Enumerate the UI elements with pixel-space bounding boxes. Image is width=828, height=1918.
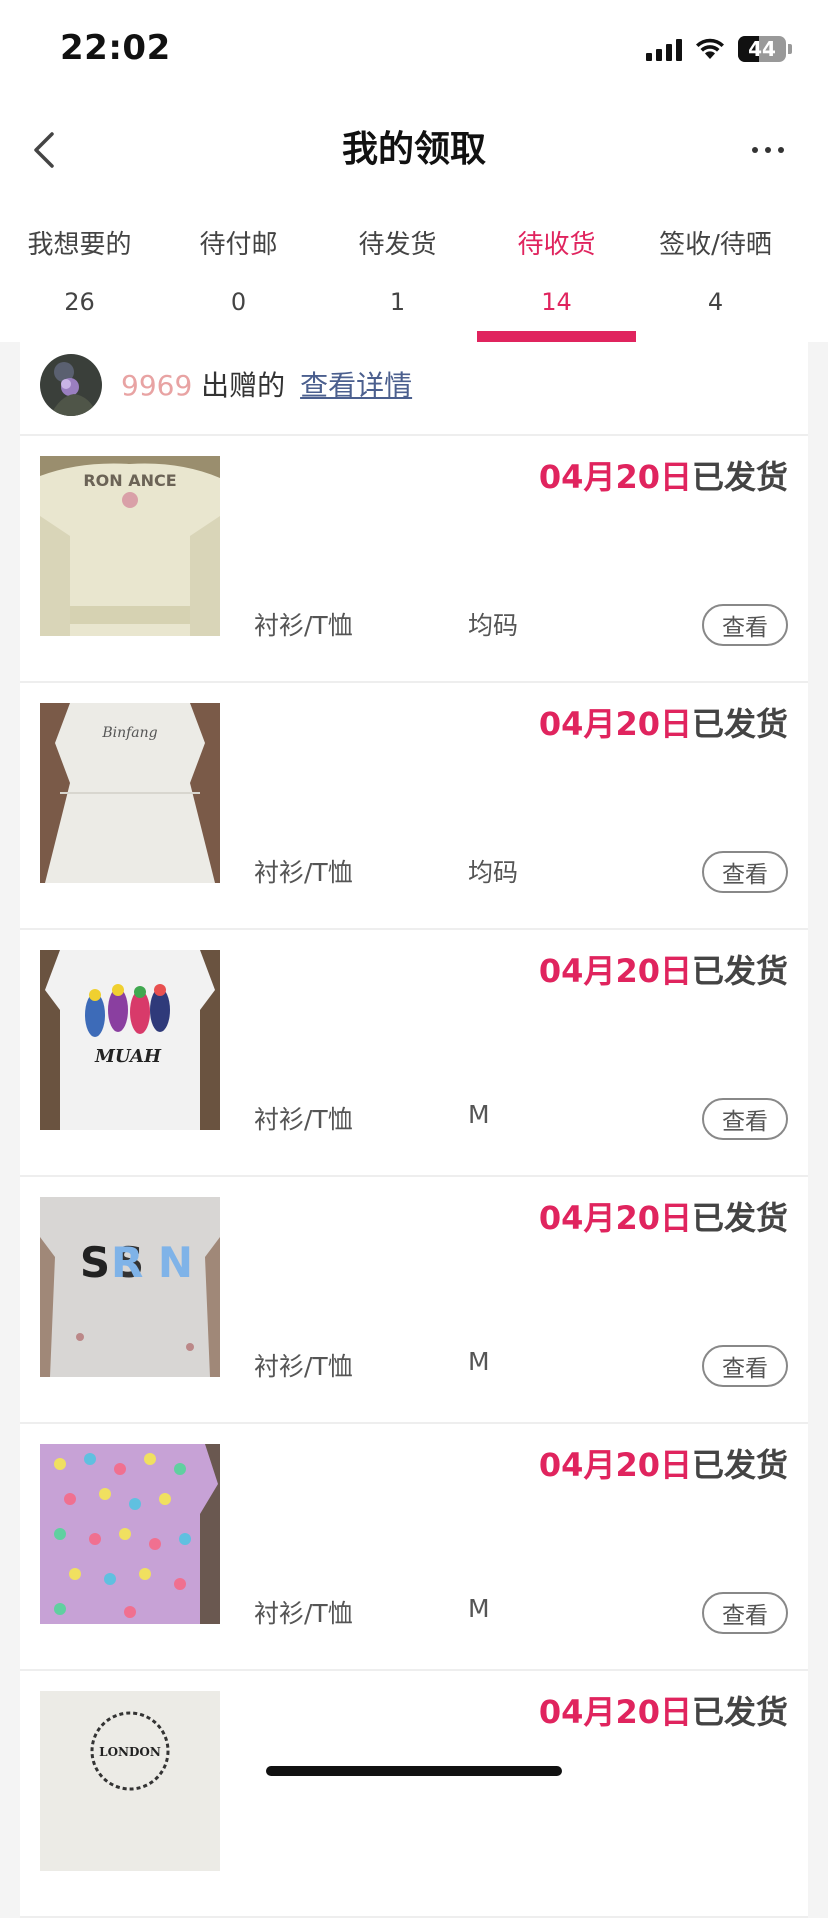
date-text: 04月20日	[538, 705, 692, 743]
product-image-muah-tshirt[interactable]: MUAH	[40, 950, 220, 1130]
ship-date: 04月20日已发货	[539, 946, 788, 992]
view-button[interactable]: 查看	[702, 1592, 788, 1634]
status-text: 已发货	[691, 1199, 788, 1237]
item-category: 衬衫/T恤	[254, 1599, 353, 1628]
tab-count: 14	[541, 288, 572, 316]
item-size: M	[468, 1594, 490, 1623]
home-indicator[interactable]	[266, 1766, 562, 1776]
tab-pending-receipt[interactable]: 待收货 14	[477, 200, 636, 342]
ship-date: 04月20日已发货	[539, 699, 788, 745]
battery-level: 44	[748, 37, 776, 61]
date-text: 04月20日	[538, 952, 692, 990]
avatar[interactable]	[40, 354, 102, 416]
tab-count: 1	[389, 288, 406, 316]
giver-header: 9969 出赠的 查看详情	[20, 342, 808, 436]
svg-text:MUAH: MUAH	[94, 1046, 162, 1067]
svg-text:S: S	[80, 1238, 110, 1287]
svg-text:RON ANCE: RON ANCE	[83, 471, 176, 490]
product-image-spring-tshirt[interactable]: S R N S	[40, 1197, 220, 1377]
item-size: M	[468, 1347, 490, 1376]
status-text: 已发货	[691, 1693, 788, 1731]
gave-label: 出赠的	[192, 369, 286, 402]
giver-user-id[interactable]: 9969	[121, 369, 192, 402]
tab-label: 待收货	[517, 230, 596, 260]
list-item[interactable]: RON ANCE 04月20日已发货 衬衫/T恤 均码 查看	[20, 436, 808, 683]
tab-pending-shipment[interactable]: 待发货 1	[318, 200, 477, 342]
svg-text:Binfang: Binfang	[101, 725, 157, 741]
status-bar: 22:02 44	[0, 0, 828, 100]
status-text: 已发货	[691, 1446, 788, 1484]
item-category: 衬衫/T恤	[254, 1352, 353, 1381]
date-text: 04月20日	[538, 458, 692, 496]
tab-count: 26	[64, 288, 95, 316]
view-button[interactable]: 查看	[702, 851, 788, 893]
list-item[interactable]: MUAH 04月20日已发货 衬衫/T恤 M 查看	[20, 930, 808, 1177]
date-text: 04月20日	[538, 1693, 692, 1731]
list-item[interactable]: S R N S 04月20日已发货 衬衫/T恤 M 查看	[20, 1177, 808, 1424]
product-image-romance-sweater[interactable]: RON ANCE	[40, 456, 220, 636]
battery-icon: 44	[738, 36, 786, 62]
more-options-icon[interactable]	[738, 118, 798, 182]
view-button[interactable]: 查看	[702, 604, 788, 646]
order-list: 9969 出赠的 查看详情 RON ANCE 04月20日已发货 衬衫/T恤 均…	[20, 342, 808, 1918]
tab-label: 待付邮	[199, 230, 278, 260]
status-icons: 44	[646, 32, 792, 66]
giver-text: 9969 出赠的 查看详情	[121, 364, 412, 404]
active-tab-indicator	[477, 331, 636, 342]
nav-bar: 我的领取	[0, 100, 828, 200]
item-category: 衬衫/T恤	[254, 611, 353, 640]
product-image-london-tshirt[interactable]: LONDON	[40, 1691, 220, 1871]
ship-date: 04月20日已发货	[539, 1687, 788, 1733]
battery-cap	[788, 44, 792, 54]
wifi-icon	[694, 37, 726, 61]
product-image-polka-dot-shirt[interactable]	[40, 1444, 220, 1624]
status-time: 22:02	[60, 28, 171, 68]
list-item[interactable]: 04月20日已发货 衬衫/T恤 M 查看	[20, 1424, 808, 1671]
date-text: 04月20日	[538, 1199, 692, 1237]
svg-text:LONDON: LONDON	[99, 1745, 161, 1759]
view-button[interactable]: 查看	[702, 1345, 788, 1387]
date-text: 04月20日	[538, 1446, 692, 1484]
ship-date: 04月20日已发货	[539, 452, 788, 498]
product-image-white-dress[interactable]: Binfang	[40, 703, 220, 883]
list-item[interactable]: LONDON 04月20日已发货	[20, 1671, 808, 1918]
item-category: 衬衫/T恤	[254, 1105, 353, 1134]
tab-label: 签收/待晒	[659, 230, 772, 260]
svg-text:R N: R N	[111, 1238, 193, 1287]
ship-date: 04月20日已发货	[539, 1193, 788, 1239]
item-size: 均码	[468, 858, 519, 887]
tab-count: 4	[707, 288, 724, 316]
view-button[interactable]: 查看	[702, 1098, 788, 1140]
status-text: 已发货	[691, 952, 788, 990]
page-title: 我的领取	[341, 129, 486, 170]
tab-count: 0	[230, 288, 247, 316]
item-size: M	[468, 1100, 490, 1129]
status-tabs: 我想要的 26 待付邮 0 待发货 1 待收货 14 签收/待晒 4	[0, 200, 828, 342]
tab-label: 我想要的	[27, 230, 132, 260]
item-category: 衬衫/T恤	[254, 858, 353, 887]
tab-label: 待发货	[358, 230, 437, 260]
cellular-signal-icon	[646, 37, 682, 61]
status-text: 已发货	[691, 705, 788, 743]
ship-date: 04月20日已发货	[539, 1440, 788, 1486]
view-details-link[interactable]: 查看详情	[300, 369, 412, 402]
list-item[interactable]: Binfang 04月20日已发货 衬衫/T恤 均码 查看	[20, 683, 808, 930]
status-text: 已发货	[691, 458, 788, 496]
item-size: 均码	[468, 611, 519, 640]
tab-wanted[interactable]: 我想要的 26	[0, 200, 159, 342]
tab-pending-postage[interactable]: 待付邮 0	[159, 200, 318, 342]
tab-received[interactable]: 签收/待晒 4	[636, 200, 795, 342]
